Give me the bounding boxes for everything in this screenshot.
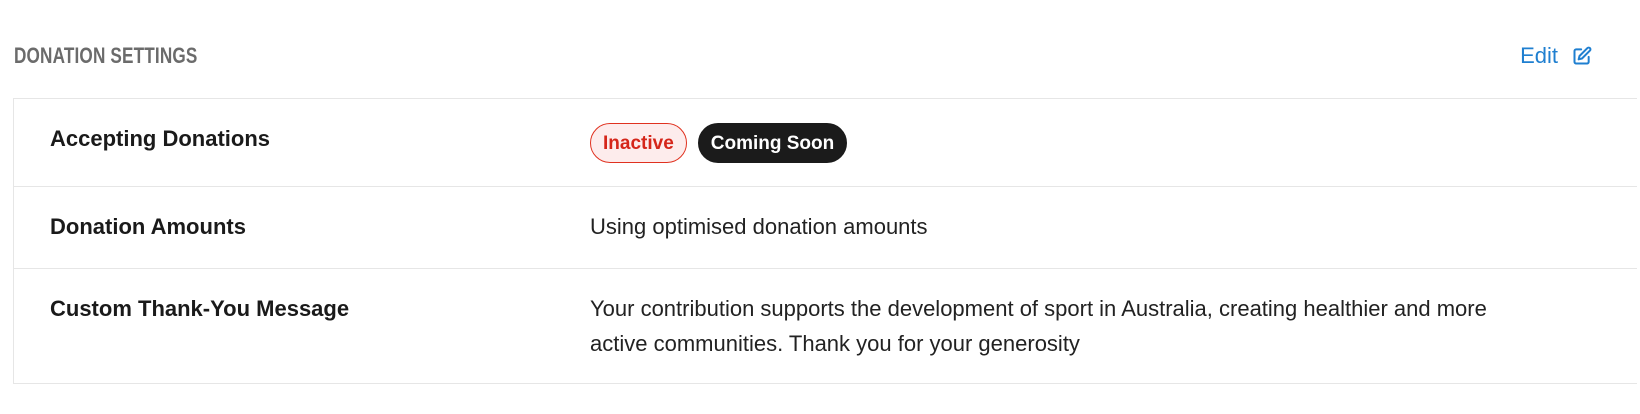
- row-label-accepting-donations: Accepting Donations: [50, 126, 271, 151]
- status-badge-inactive: Inactive: [590, 123, 687, 163]
- status-badge-coming-soon: Coming Soon: [697, 123, 848, 163]
- edit-label: Edit: [1520, 43, 1558, 68]
- settings-table: Accepting Donations Inactive Coming Soon…: [13, 98, 1637, 384]
- row-value-donation-amounts: Using optimised donation amounts: [590, 214, 928, 239]
- row-label-custom-thank-you-message: Custom Thank-You Message: [50, 296, 350, 321]
- section-header: DONATION SETTINGS Edit: [14, 40, 1610, 72]
- edit-icon: [1572, 46, 1592, 66]
- row-donation-amounts: Donation Amounts Using optimised donatio…: [14, 186, 1637, 268]
- status-badges: Inactive Coming Soon: [590, 99, 1637, 186]
- row-label-donation-amounts: Donation Amounts: [50, 214, 246, 239]
- row-custom-thank-you-message: Custom Thank-You Message Your contributi…: [14, 268, 1637, 383]
- row-value-custom-thank-you-message: Your contribution supports the developme…: [590, 296, 1487, 356]
- row-accepting-donations: Accepting Donations Inactive Coming Soon: [14, 99, 1637, 186]
- edit-button[interactable]: Edit: [1520, 43, 1592, 69]
- section-title: DONATION SETTINGS: [14, 43, 198, 68]
